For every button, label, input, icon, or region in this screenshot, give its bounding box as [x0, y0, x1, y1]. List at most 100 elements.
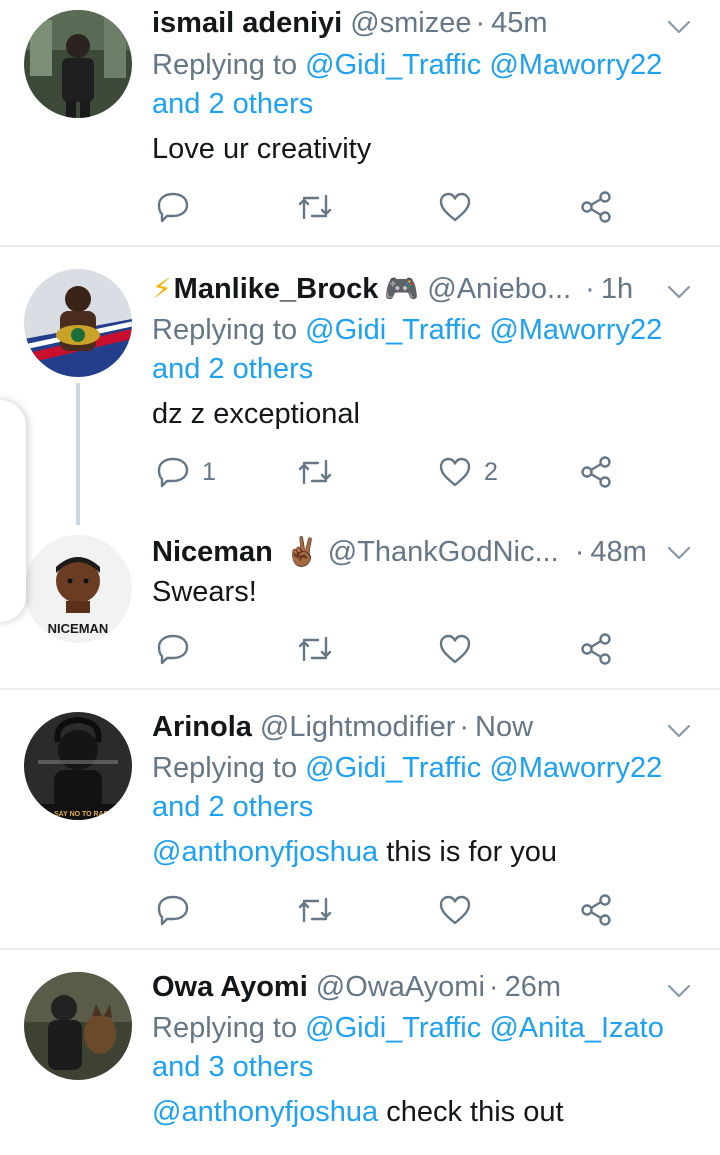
tweet-header: Niceman ✌🏾 @ThankGodNic... · 48m	[152, 532, 662, 572]
heart-icon	[439, 895, 471, 925]
like-button[interactable]	[438, 187, 472, 227]
retweet-icon	[298, 636, 332, 662]
mention-link[interactable]: @Maworry22	[489, 49, 662, 81]
reply-button[interactable]: 1	[156, 452, 216, 492]
chevron-down-icon[interactable]	[666, 540, 692, 566]
peace-sign-icon: ✌🏾	[284, 536, 320, 567]
user-handle[interactable]: @Lightmodifier	[260, 707, 455, 747]
retweet-icon	[298, 459, 332, 485]
retweet-button[interactable]	[296, 187, 334, 227]
share-button[interactable]	[579, 629, 613, 669]
tweet-text: Swears!	[152, 572, 692, 612]
side-panel-handle[interactable]	[0, 400, 26, 622]
display-name[interactable]: ismail adeniyi	[152, 3, 342, 43]
user-handle[interactable]: @smizee	[350, 3, 471, 43]
avatar[interactable]	[24, 269, 132, 377]
mention-link[interactable]: @Anita_Izato	[489, 1012, 664, 1044]
others-link[interactable]: and 2 others	[152, 791, 313, 823]
separator: ·	[488, 971, 499, 1003]
user-handle[interactable]: @Aniebo...	[427, 269, 571, 309]
avatar-caption: SAY NO TO RAPE	[54, 811, 113, 818]
reply-count: 1	[202, 457, 216, 486]
mention-link[interactable]: @Gidi_Traffic	[305, 49, 481, 81]
avatar[interactable]: SAY NO TO RAPE	[24, 712, 132, 820]
mention-link[interactable]: @anthonyfjoshua	[152, 1096, 378, 1128]
action-bar	[152, 629, 632, 669]
separator: ·	[585, 273, 595, 305]
retweet-button[interactable]	[296, 452, 334, 492]
heart-icon	[439, 634, 471, 664]
tweet-niceman[interactable]: NICEMAN Niceman ✌🏾 @ThankGodNic... · 48m…	[0, 507, 720, 688]
tweet-manlike-brock[interactable]: ⚡ Manlike_Brock 🎮 @Aniebo... · 1h Replyi…	[0, 247, 720, 507]
avatar[interactable]: NICEMAN	[24, 535, 132, 643]
retweet-icon	[298, 897, 332, 923]
reply-button[interactable]	[156, 629, 190, 669]
user-handle[interactable]: @OwaAyomi	[316, 967, 485, 1007]
reply-button[interactable]	[156, 187, 190, 227]
chevron-down-icon[interactable]	[666, 279, 692, 305]
timestamp: 1h	[600, 273, 634, 305]
tweet-text: dz z exceptional	[152, 394, 692, 434]
timestamp: 45m	[491, 7, 548, 39]
display-name[interactable]: Arinola	[152, 707, 252, 747]
gamepad-icon: 🎮	[384, 273, 420, 304]
tweet-text: @anthonyfjoshua check this out	[152, 1092, 692, 1132]
tweet-text-content: dz z exceptional	[152, 398, 360, 430]
others-link[interactable]: and 2 others	[152, 88, 313, 120]
tweet-header: ismail adeniyi @smizee · 45m	[152, 3, 662, 43]
retweet-button[interactable]	[296, 629, 334, 669]
action-bar	[152, 187, 632, 227]
tweet-ismail[interactable]: ismail adeniyi @smizee · 45m Replying to…	[0, 0, 720, 246]
reply-button[interactable]	[156, 890, 190, 930]
avatar[interactable]	[24, 10, 132, 118]
chevron-down-icon[interactable]	[666, 978, 692, 1004]
reply-icon	[157, 634, 189, 665]
separator: ·	[459, 711, 470, 743]
tweet-arinola[interactable]: SAY NO TO RAPE Arinola @Lightmodifier · …	[0, 690, 720, 948]
mention-link[interactable]: @anthonyfjoshua	[152, 836, 378, 868]
chevron-down-icon[interactable]	[666, 718, 692, 744]
heart-icon	[439, 457, 471, 487]
like-button[interactable]	[438, 890, 472, 930]
replying-to: Replying to @Gidi_Traffic @Maworry22 and…	[152, 311, 692, 389]
tweet-header: ⚡ Manlike_Brock 🎮 @Aniebo... · 1h	[152, 269, 662, 309]
avatar[interactable]	[24, 972, 132, 1080]
like-button[interactable]: 2	[438, 452, 498, 492]
retweet-button[interactable]	[296, 890, 334, 930]
action-bar	[152, 890, 632, 930]
reply-icon	[157, 457, 189, 488]
share-button[interactable]	[579, 452, 613, 492]
share-icon	[581, 894, 611, 926]
tweet-header: Owa Ayomi @OwaAyomi · 26m	[152, 967, 662, 1007]
tweet-text-content: Swears!	[152, 576, 257, 608]
reply-icon	[157, 192, 189, 223]
others-link[interactable]: and 3 others	[152, 1051, 313, 1083]
reply-icon	[157, 895, 189, 926]
mention-link[interactable]: @Maworry22	[489, 314, 662, 346]
mention-link[interactable]: @Gidi_Traffic	[305, 1012, 481, 1044]
replying-to: Replying to @Gidi_Traffic @Anita_Izato a…	[152, 1009, 692, 1087]
like-button[interactable]	[438, 629, 472, 669]
avatar-caption: NICEMAN	[48, 621, 109, 636]
display-name[interactable]: Niceman	[152, 532, 273, 572]
tweet-owa-ayomi[interactable]: Owa Ayomi @OwaAyomi · 26m Replying to @G…	[0, 950, 720, 1155]
tweet-text: @anthonyfjoshua this is for you	[152, 832, 692, 872]
share-button[interactable]	[579, 187, 613, 227]
share-button[interactable]	[579, 890, 613, 930]
mention-link[interactable]: @Gidi_Traffic	[305, 314, 481, 346]
share-icon	[581, 456, 611, 488]
chevron-down-icon[interactable]	[666, 14, 692, 40]
heart-icon	[439, 192, 471, 222]
lightning-icon: ⚡	[152, 273, 172, 304]
replying-to-label: Replying to	[152, 49, 298, 81]
display-name[interactable]: Manlike_Brock	[174, 269, 379, 309]
mention-link[interactable]: @Maworry22	[489, 752, 662, 784]
tweet-text-content: this is for you	[386, 836, 558, 868]
mention-link[interactable]: @Gidi_Traffic	[305, 752, 481, 784]
retweet-icon	[298, 194, 332, 220]
user-handle[interactable]: @ThankGodNic...	[328, 532, 559, 572]
others-link[interactable]: and 2 others	[152, 353, 313, 385]
tweet-text-content: Love ur creativity	[152, 133, 372, 165]
replying-to: Replying to @Gidi_Traffic @Maworry22 and…	[152, 46, 692, 124]
display-name[interactable]: Owa Ayomi	[152, 967, 308, 1007]
